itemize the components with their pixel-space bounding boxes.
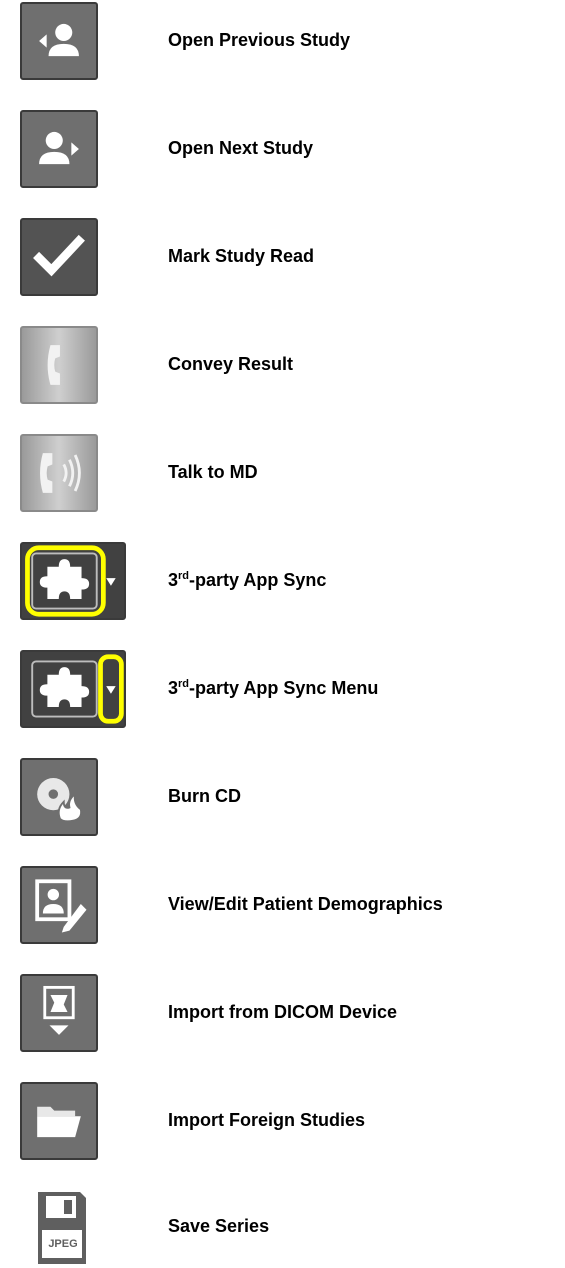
legend-label: Mark Study Read: [168, 246, 315, 266]
legend-row-open-previous-study: Open Previous Study: [0, 0, 565, 80]
legend-row-convey-result: Convey Result: [0, 324, 565, 404]
legend-row-open-next-study: Open Next Study: [0, 108, 565, 188]
legend-label: Open Previous Study: [168, 30, 351, 50]
legend-row-burn-cd: Burn CD: [0, 756, 565, 836]
legend-label: Convey Result: [168, 354, 294, 374]
toolbar-icon-legend: { "items": [ {"id":"open-previous-study"…: [0, 0, 565, 1268]
legend-label: Import Foreign Studies: [168, 1110, 366, 1130]
dicom-import-icon[interactable]: [20, 974, 98, 1052]
legend-label: Save Series: [168, 1216, 270, 1236]
puzzle-dropdown-icon[interactable]: [20, 650, 126, 728]
legend-row-save-series: JPEG Save Series: [0, 1186, 565, 1266]
cd-burn-icon[interactable]: [20, 758, 98, 836]
checkmark-icon[interactable]: [20, 218, 98, 296]
patient-edit-icon[interactable]: [20, 866, 98, 944]
legend-label: 3rd-party App Sync Menu: [168, 678, 379, 698]
legend-row-third-party-app-sync-menu: 3rd-party App Sync Menu: [0, 648, 565, 728]
legend-label: Import from DICOM Device: [168, 1002, 398, 1022]
jpeg-floppy-icon[interactable]: JPEG: [20, 1188, 98, 1266]
folder-open-icon[interactable]: [20, 1082, 98, 1160]
phone-sound-icon[interactable]: [20, 434, 98, 512]
jpeg-icon-text: JPEG: [48, 1238, 78, 1250]
legend-label: Burn CD: [168, 786, 241, 806]
open-next-study-icon[interactable]: [20, 110, 98, 188]
legend-row-import-from-dicom-device: Import from DICOM Device: [0, 972, 565, 1052]
legend-label: View/Edit Patient Demographics: [168, 894, 443, 914]
phone-icon[interactable]: [20, 326, 98, 404]
legend-label: Open Next Study: [168, 138, 314, 158]
puzzle-icon[interactable]: [20, 542, 126, 620]
legend-row-third-party-app-sync: 3rd-party App Sync: [0, 540, 565, 620]
legend-row-import-foreign-studies: Import Foreign Studies: [0, 1080, 565, 1160]
legend-row-mark-study-read: Mark Study Read: [0, 216, 565, 296]
open-previous-study-icon[interactable]: [20, 2, 98, 80]
legend-row-view-edit-patient-demographics: View/Edit Patient Demographics: [0, 864, 565, 944]
legend-label: 3rd-party App Sync: [168, 570, 327, 590]
legend-row-talk-to-md: Talk to MD: [0, 432, 565, 512]
legend-label: Talk to MD: [168, 462, 258, 482]
